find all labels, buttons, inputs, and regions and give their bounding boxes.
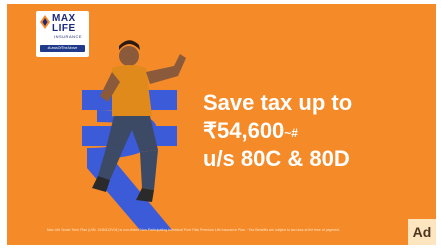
logo-mark-icon — [40, 15, 50, 29]
tax-amount-superscript: ~# — [284, 126, 298, 140]
ad-badge[interactable]: Ad — [408, 219, 436, 245]
tax-amount: ₹54,600 — [203, 118, 285, 143]
ad-banner[interactable]: MAX LIFE INSURANCE #LawsOfTheAbove Save … — [7, 4, 436, 245]
headline-line2: ₹54,600~# — [203, 117, 352, 145]
headline-line1: Save tax up to — [203, 90, 353, 115]
headline-line3: u/s 80C & 80D — [203, 146, 350, 171]
disclaimer-text: Max Life Smart Term Plan (UIN: 104N113V0… — [47, 228, 341, 232]
jumping-man-rupee-illustration — [82, 40, 186, 230]
headline: Save tax up to ₹54,600~# u/s 80C & 80D — [203, 89, 352, 173]
